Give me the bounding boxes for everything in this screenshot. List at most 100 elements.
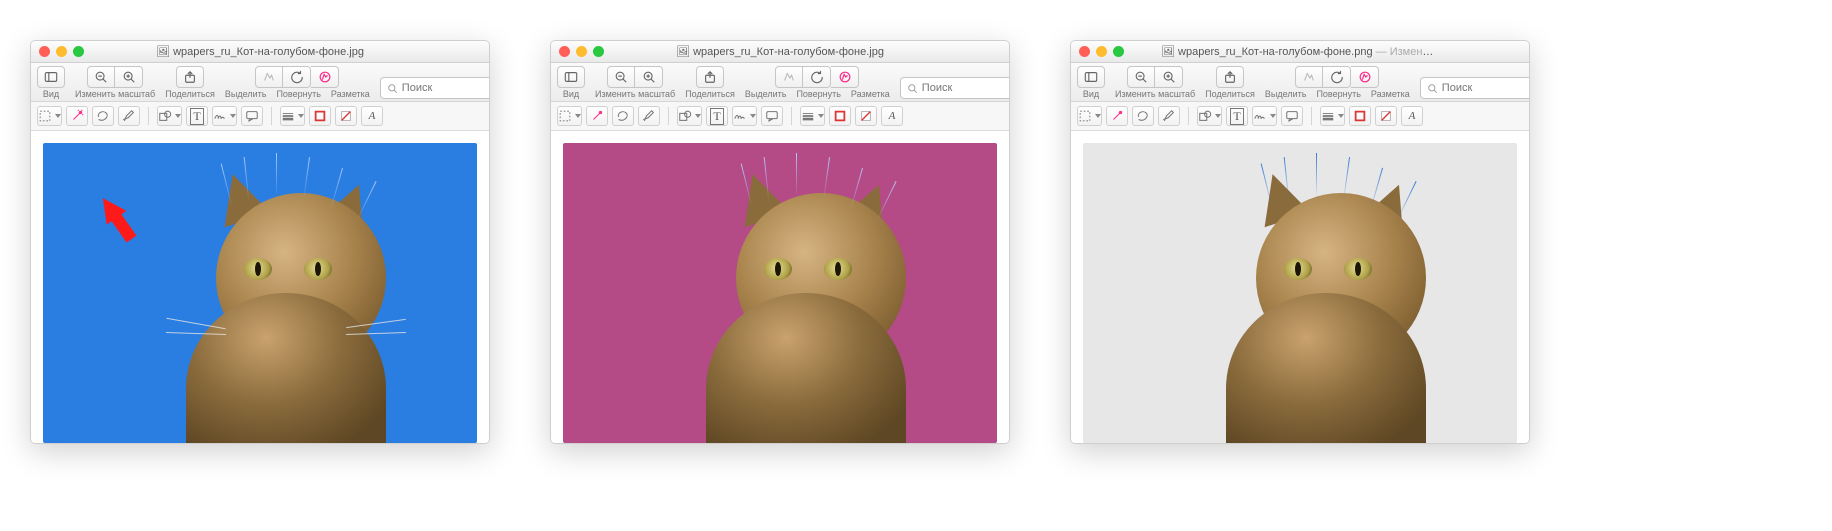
zoom-in-button[interactable] [115,66,143,88]
window-title: 🖼 wpapers_ru_Кот-на-голубом-фоне.jpg [31,45,489,58]
minimize-icon[interactable] [576,46,587,57]
line-style-tool[interactable] [1320,106,1345,126]
search-field[interactable] [900,77,1010,99]
window-title: 🖼 wpapers_ru_Кот-на-голубом-фоне.png — И… [1071,45,1529,58]
minimize-icon[interactable] [1096,46,1107,57]
shapes-tool[interactable] [1197,106,1222,126]
search-icon [387,83,398,94]
markup-label: Разметка [331,89,370,99]
highlight-button[interactable] [255,66,283,88]
maximize-icon[interactable] [1113,46,1124,57]
rotate-button[interactable] [283,66,311,88]
line-style-tool[interactable] [280,106,305,126]
magic-wand-tool[interactable] [66,106,88,126]
sidebar-button[interactable] [557,66,585,88]
lasso-tool[interactable] [92,106,114,126]
font-style-tool[interactable]: A [1401,106,1423,126]
shapes-tool[interactable] [157,106,182,126]
signature-tool[interactable] [1252,106,1277,126]
highlight-button[interactable] [775,66,803,88]
magic-wand-tool[interactable] [1106,106,1128,126]
share-label: Поделиться [685,89,735,99]
signature-tool[interactable] [212,106,237,126]
markup-toolbar: T A [1071,102,1529,131]
titlebar: 🖼 wpapers_ru_Кот-на-голубом-фоне.jpg [551,41,1009,63]
close-icon[interactable] [39,46,50,57]
search-input[interactable] [922,82,1010,94]
highlight-label: Выделить [1265,89,1307,99]
maximize-icon[interactable] [73,46,84,57]
share-button[interactable] [696,66,724,88]
text-icon: T [1230,108,1243,125]
line-style-tool[interactable] [800,106,825,126]
zoom-in-button[interactable] [1155,66,1183,88]
text-tool[interactable]: T [186,106,208,126]
pen-tool[interactable] [638,106,660,126]
selection-tool[interactable] [557,106,582,126]
maximize-icon[interactable] [593,46,604,57]
rotate-button[interactable] [1323,66,1351,88]
zoom-out-button[interactable] [607,66,635,88]
magic-wand-tool[interactable] [586,106,608,126]
highlight-button[interactable] [1295,66,1323,88]
stroke-color-tool[interactable] [829,106,851,126]
cat-subject [1196,173,1456,443]
rotate-button[interactable] [803,66,831,88]
search-input[interactable] [402,82,490,94]
signature-tool[interactable] [732,106,757,126]
callout-tool[interactable] [1281,106,1303,126]
minimize-icon[interactable] [56,46,67,57]
stroke-color-tool[interactable] [1349,106,1371,126]
markup-button[interactable] [1351,66,1379,88]
zoom-group: Изменить масштаб [75,66,155,99]
image-canvas[interactable] [1071,131,1529,443]
zoom-label: Изменить масштаб [75,89,155,99]
search-field[interactable] [1420,77,1530,99]
close-icon[interactable] [1079,46,1090,57]
cat-subject [676,173,936,443]
share-button[interactable] [1216,66,1244,88]
share-button[interactable] [176,66,204,88]
markup-button[interactable] [311,66,339,88]
selection-tool[interactable] [37,106,62,126]
preview-window-1: 🖼 wpapers_ru_Кот-на-голубом-фоне.jpg Вид [30,40,490,444]
lasso-tool[interactable] [1132,106,1154,126]
text-tool[interactable]: T [706,106,728,126]
font-icon: A [889,110,896,122]
icon-file: 🖼 [676,46,690,58]
lasso-tool[interactable] [612,106,634,126]
sidebar-button[interactable] [1077,66,1105,88]
fill-color-tool[interactable] [1375,106,1397,126]
shapes-tool[interactable] [677,106,702,126]
callout-tool[interactable] [241,106,263,126]
pen-tool[interactable] [118,106,140,126]
font-style-tool[interactable]: A [361,106,383,126]
image-content [43,143,477,443]
selection-tool[interactable] [1077,106,1102,126]
markup-button[interactable] [831,66,859,88]
rotate-label: Повернуть [276,89,320,99]
preview-window-2: 🖼 wpapers_ru_Кот-на-голубом-фоне.jpg Вид… [550,40,1010,444]
search-field[interactable] [380,77,490,99]
search-input[interactable] [1442,82,1530,94]
zoom-in-button[interactable] [635,66,663,88]
search-icon [1427,83,1438,94]
text-tool[interactable]: T [1226,106,1248,126]
zoom-out-button[interactable] [1127,66,1155,88]
stroke-color-tool[interactable] [309,106,331,126]
toolbar-divider [148,107,149,125]
sidebar-button[interactable] [37,66,65,88]
image-canvas[interactable] [31,131,489,443]
font-style-tool[interactable]: A [881,106,903,126]
pen-tool[interactable] [1158,106,1180,126]
callout-tool[interactable] [761,106,783,126]
highlight-label: Выделить [225,89,267,99]
text-icon: T [710,108,723,125]
zoom-out-button[interactable] [87,66,115,88]
fill-color-tool[interactable] [855,106,877,126]
search-icon [907,83,918,94]
toolbar-divider [1311,107,1312,125]
image-canvas[interactable] [551,131,1009,443]
fill-color-tool[interactable] [335,106,357,126]
close-icon[interactable] [559,46,570,57]
